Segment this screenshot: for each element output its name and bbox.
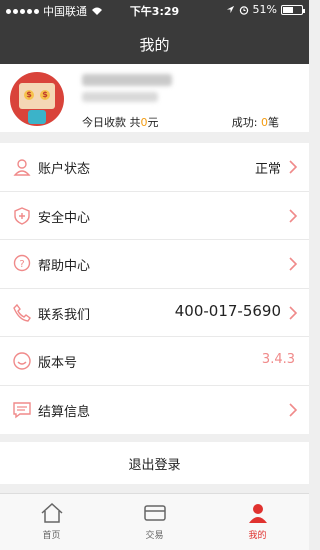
tab-home[interactable]: 首页 [0, 494, 103, 550]
status-bar: 中国联通 下午3:29 51% [0, 0, 309, 20]
menu-item-account-status[interactable]: 账户状态 正常 [0, 143, 309, 192]
tab-transactions[interactable]: 交易 [103, 494, 206, 550]
success-count: 成功: 0笔 [231, 116, 279, 129]
menu-item-contact-us[interactable]: 联系我们 400-017-5690 [0, 289, 309, 337]
home-icon [40, 502, 63, 523]
settings-menu: 账户状态 正常 安全中心 ? 帮助中心 联系我们 400-017-5690 版本… [0, 143, 309, 434]
phone-number[interactable]: 400-017-5690 [175, 302, 281, 320]
merchant-id-blurred [82, 92, 158, 102]
chevron-right-icon [289, 257, 298, 271]
avatar[interactable]: $ $ [10, 72, 64, 126]
card-icon [143, 505, 166, 521]
menu-item-version: 版本号 3.4.3 [0, 337, 309, 386]
logout-button[interactable]: 退出登录 [0, 442, 309, 484]
smiley-icon [13, 352, 31, 370]
location-icon [226, 5, 234, 14]
svg-text:?: ? [19, 259, 24, 270]
menu-item-security-center[interactable]: 安全中心 [0, 192, 309, 240]
battery-icon [281, 4, 305, 15]
merchant-name-blurred [82, 74, 172, 86]
alarm-icon [239, 5, 248, 15]
chevron-right-icon [289, 402, 298, 417]
chevron-right-icon [289, 160, 298, 174]
profile-card: $ $ 今日收款 共0元 成功: 0笔 [0, 64, 309, 132]
shield-icon [14, 206, 30, 225]
chevron-right-icon [289, 208, 298, 223]
page-title: 我的 [139, 36, 170, 54]
tab-mine[interactable]: 我的 [206, 494, 309, 550]
tab-bar: 首页 交易 我的 [0, 493, 309, 550]
chevron-right-icon [289, 305, 298, 320]
phone-icon [13, 303, 31, 322]
user-icon [248, 504, 267, 523]
today-receipts: 今日收款 共0元 [82, 116, 159, 129]
menu-item-help-center[interactable]: ? 帮助中心 [0, 240, 309, 289]
top-bar: 中国联通 下午3:29 51% 我的 [0, 0, 309, 64]
battery-percent: 51% [252, 3, 277, 16]
message-icon [13, 401, 31, 418]
help-icon: ? [13, 254, 31, 272]
version-number: 3.4.3 [261, 352, 295, 367]
menu-item-settlement-info[interactable]: 结算信息 [0, 386, 309, 435]
user-icon [13, 159, 31, 176]
